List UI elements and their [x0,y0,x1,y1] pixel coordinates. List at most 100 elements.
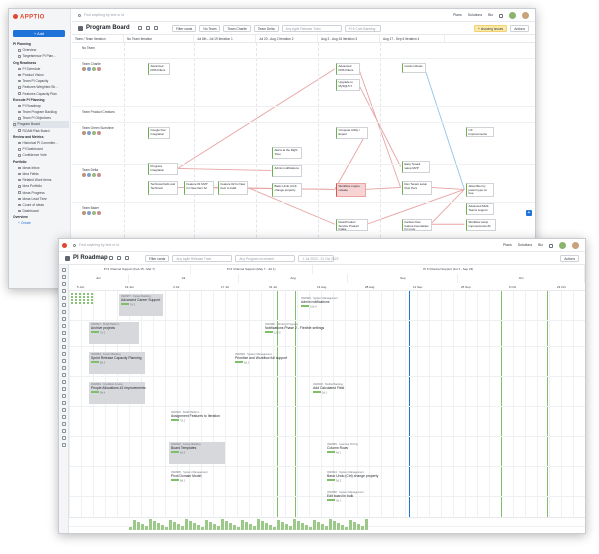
rail-nav-icon[interactable] [61,415,66,419]
feature-card[interactable]: Alerts at the Right Time [272,147,302,159]
roadmap-feature[interactable]: IN23954 · Future Backlog Sprint Release C… [91,353,201,365]
app-logo-icon[interactable] [62,243,67,248]
feature-card[interactable]: UX Improvements [466,127,494,137]
feature-card[interactable]: Column Rows [402,63,426,73]
feature-card[interactable]: Progress Integration [148,163,178,175]
rail-nav-icon[interactable] [61,324,66,328]
lane-label[interactable]: No Team [82,46,95,50]
rail-nav-icon[interactable] [61,303,66,307]
rail-nav-icon[interactable] [61,317,66,321]
search-input[interactable]: Find anything by text or id [78,12,228,19]
rail-nav-icon[interactable] [61,331,66,335]
user-avatar[interactable] [522,12,529,19]
roadmap-feature[interactable]: IN23939 · System Management Prioritize an… [235,353,345,365]
rail-nav-icon[interactable] [61,387,66,391]
pi-header[interactable]: PI 6 Channel Support (Jul 1 - Sep 23) [313,265,585,274]
rail-nav-icon[interactable] [61,401,66,405]
lane-label[interactable]: Team Baker [82,206,99,210]
app-logo[interactable]: APPTIO [13,14,45,21]
board-column-header[interactable]: Team / Team Iteration [72,35,124,42]
feature-card[interactable]: Allow filter by parent type on tree [466,183,494,197]
help-icon[interactable] [549,243,553,248]
agile-release-select[interactable]: Any Agile Release Train [281,25,342,32]
rail-nav-icon[interactable] [61,310,66,314]
settings-icon[interactable] [146,26,150,30]
rail-nav-icon[interactable] [61,366,66,370]
user-avatar[interactable] [572,242,579,249]
feature-card[interactable]: Advanced Multi-Teams support [466,203,494,215]
date-range-picker[interactable]: 1 Jul 2023 - 31 Oct 2023 [298,255,338,262]
dependencies-toggle[interactable]: + showing issues [473,25,508,32]
board-column-header[interactable]: No Team Iteration [124,35,194,42]
feature-card[interactable]: Advanced DNS Filters [148,63,170,75]
rail-nav-icon[interactable] [61,408,66,412]
filter-chip-no-team[interactable]: No Team [199,25,221,32]
rail-nav-icon[interactable] [61,394,66,398]
feature-card[interactable]: Upgrade to MySQL5.7 [336,79,360,91]
roadmap-feature[interactable]: IN23918 · Mobile Banking Add Calculated F… [313,383,423,395]
lane-label[interactable]: Team Product Creators [82,110,115,114]
rail-nav-icon[interactable] [61,380,66,384]
feature-card[interactable]: Feature #1 MVP for New Item Sc [184,181,214,195]
feature-card[interactable]: Advanced DNS Filters [336,63,360,75]
solutions-link[interactable]: Solutions [518,242,532,249]
roadmap-actions-button[interactable]: Actions [560,255,579,262]
org-avatar[interactable] [509,12,516,19]
rail-nav-icon[interactable] [61,436,66,440]
rail-nav-icon[interactable] [61,443,66,447]
plans-link[interactable]: Plans [503,242,512,249]
rail-nav-icon[interactable] [61,373,66,377]
feature-card[interactable]: Basic Undo (Ctrl) change property [272,183,302,197]
agile-release-select[interactable]: Any Agile Release Train [172,255,233,262]
feature-card[interactable]: Workflow engine release [336,183,366,197]
rail-nav-icon[interactable] [61,359,66,363]
lane-label[interactable]: Team Charlie [82,62,101,66]
filter-chip-team-charlie[interactable]: Team Charlie [223,25,251,32]
add-card-button[interactable]: + [526,210,532,216]
board-column-header[interactable]: Jul 20 - Aug 2 Iteration 2 [256,35,318,42]
roadmap-feature[interactable]: IN23958 · System Management Edit board in… [327,491,437,503]
add-button[interactable]: + Add [13,30,65,37]
program-increment-select[interactable]: Any Program Increment [235,255,296,262]
roadmap-feature[interactable]: IN23966 · Working Progress Notifications … [265,323,375,335]
share-icon[interactable] [125,256,129,260]
biz-link[interactable]: Biz [488,12,493,19]
sidebar-item[interactable]: + Create [13,220,69,226]
pi-header[interactable]: PI 6 Channel Support (May 7 - Jul 1) [191,265,313,274]
feature-card[interactable]: Google Doc Integration [148,127,170,139]
feature-card[interactable]: Dual-Product Service Product Intake [336,219,368,231]
feature-card[interactable]: Dev Tenant setup Post Pers [402,181,432,195]
org-avatar[interactable] [559,242,566,249]
rail-nav-icon[interactable] [61,289,66,293]
roadmap-search-input[interactable]: Find anything by text or id [73,242,223,249]
filter-cards-button[interactable]: Filter cards [145,255,170,262]
rail-nav-icon[interactable] [61,422,66,426]
pi-select[interactable]: PI 6 Core Banking [344,25,381,32]
share-icon[interactable] [154,26,158,30]
rail-nav-icon[interactable] [61,282,66,286]
roadmap-feature[interactable]: IN23926 · Build Platform Assignment Featu… [171,411,281,423]
lane-label[interactable]: Team Green Sunshine [82,126,114,130]
feature-card[interactable]: Workflow setup improvements #1 [466,219,496,231]
rail-nav-icon[interactable] [61,268,66,272]
feature-card[interactable]: Compute Utility / Export [336,127,368,139]
roadmap-feature[interactable]: IN23905 · System Management Pivot Domain … [171,471,281,483]
rail-nav-icon[interactable] [61,352,66,356]
roadmap-feature[interactable]: IN23964 · Condition & tests People Alloca… [91,383,201,395]
roadmap-feature[interactable]: IN23910 · Future Backlog Board Templates 6… [171,443,281,455]
feature-card[interactable]: Easy Tenant setup MVP [402,161,430,173]
rail-nav-icon[interactable] [61,338,66,342]
board-column-header[interactable]: Aug 3 - Aug 16 Iteration 3 [318,35,380,42]
actions-button[interactable]: Actions [510,25,529,32]
board-column-header[interactable]: Jul 6th - Jul 19 Iteration 1 [194,35,256,42]
filter-cards-button[interactable]: Filter cards [172,25,197,32]
star-icon[interactable] [138,26,142,30]
roadmap-feature[interactable]: IN23977 · Future Backlog Advanced Career … [121,295,231,307]
roadmap-feature[interactable]: IN23944 · System Management Basic Undo (C… [327,471,437,483]
board-column-header[interactable]: Aug 17 - Sep 6 Iteration 4 [380,35,445,42]
plans-link[interactable]: Plans [453,12,462,19]
pi-header[interactable]: PI 6 Channel Support (Feb 15 - Mar 7) [69,265,191,274]
help-icon[interactable] [499,13,503,18]
rail-nav-icon[interactable] [61,429,66,433]
roadmap-feature[interactable]: IN23945 · System Management Admin notific… [301,297,411,309]
